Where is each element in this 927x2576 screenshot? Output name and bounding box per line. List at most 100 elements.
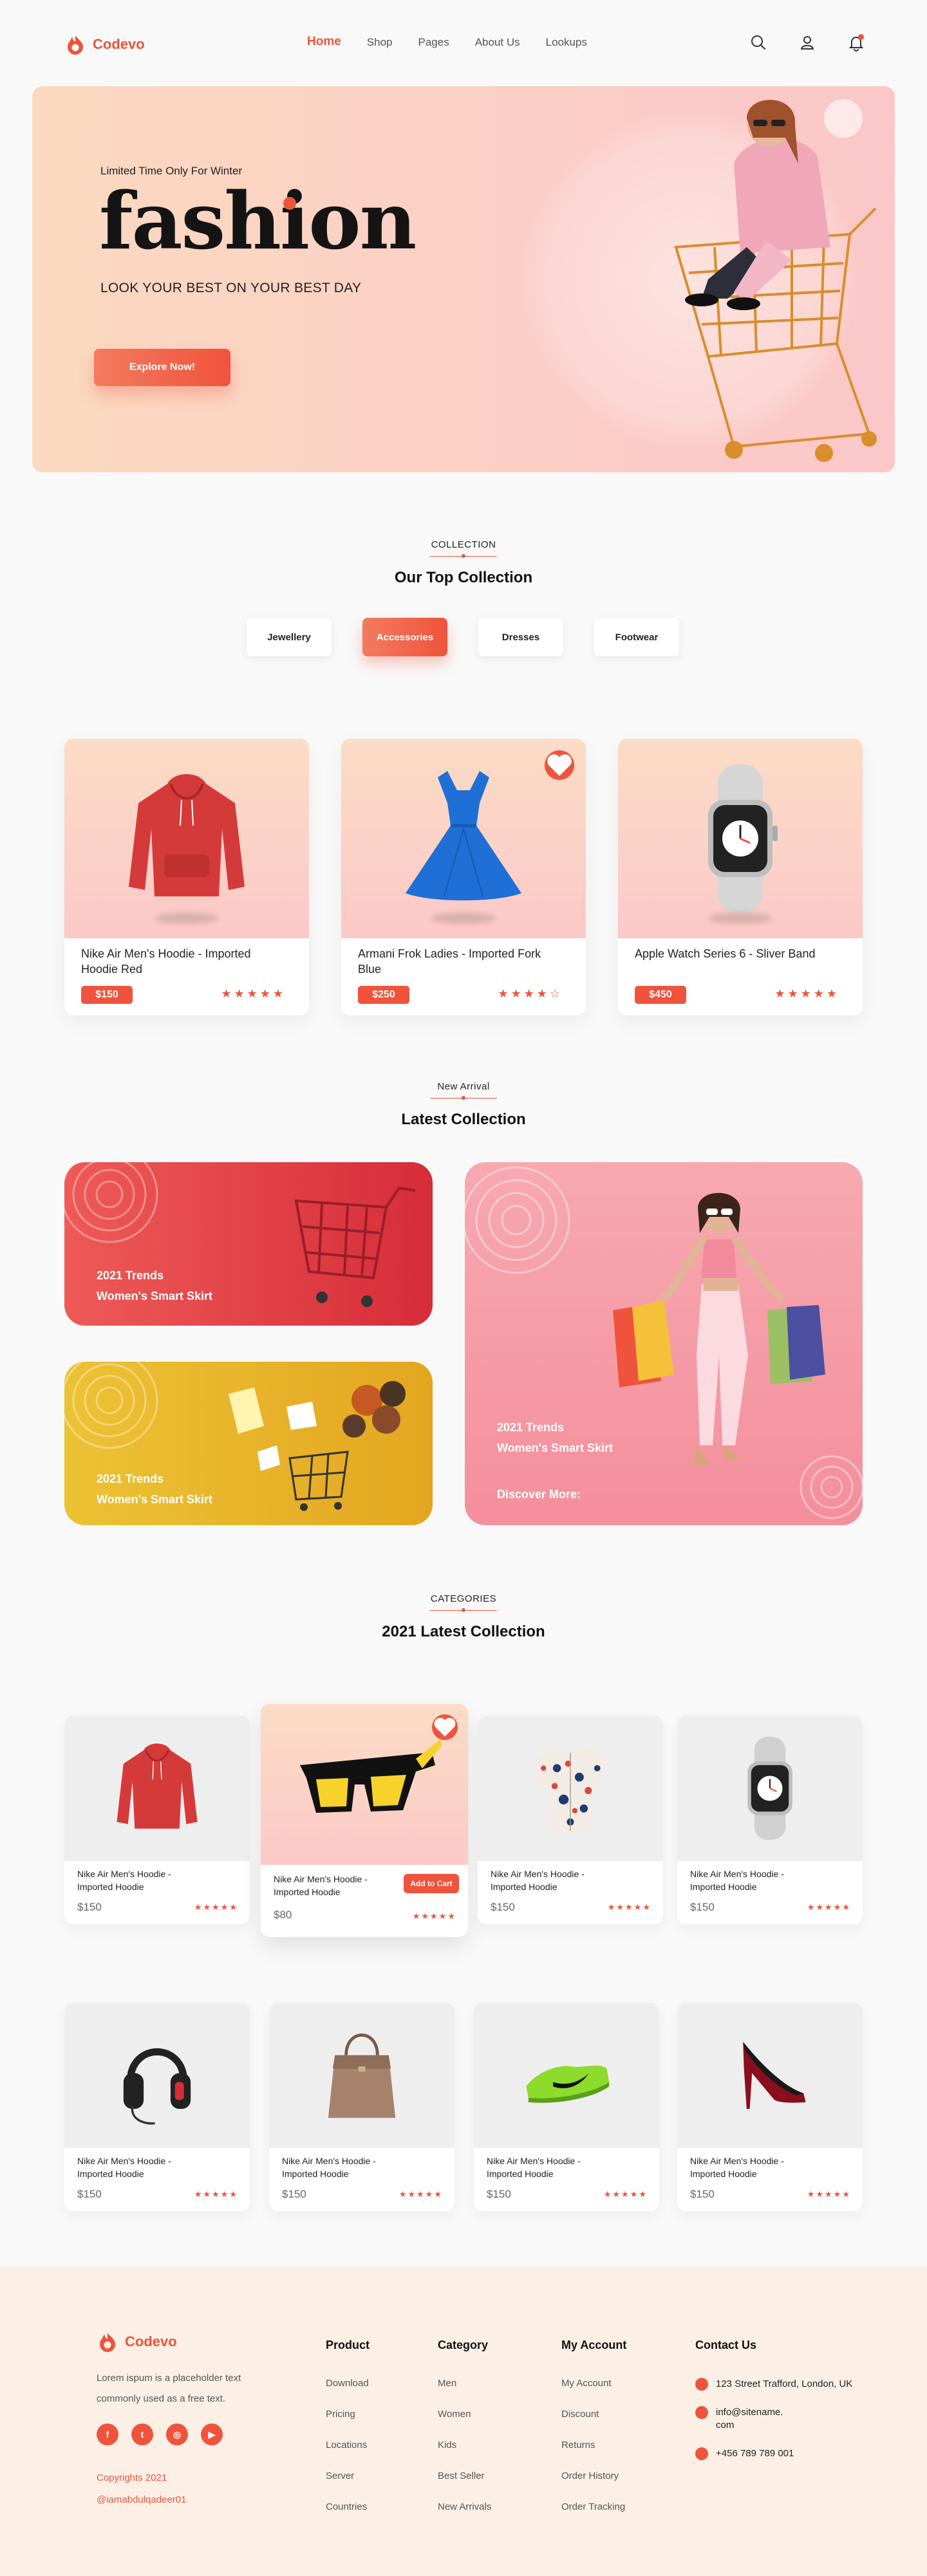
brand-name: Codevo	[93, 36, 145, 52]
footer-link[interactable]: Kids	[438, 2440, 491, 2470]
footer-brand-name: Codevo	[125, 2333, 177, 2349]
footer-logo[interactable]: Codevo	[97, 2331, 177, 2353]
favorite-button[interactable]	[432, 1714, 458, 1740]
add-to-cart-button[interactable]: Add to Cart	[404, 1874, 459, 1893]
hero-banner: Limited Time Only For Winter fashion LOO…	[32, 86, 895, 472]
category-card[interactable]: Nike Air Men's Hoodie - Imported Hoodie …	[474, 2003, 659, 2211]
collection-label: COLLECTION	[431, 539, 496, 550]
product-image	[478, 1716, 663, 1861]
search-icon[interactable]	[749, 33, 767, 51]
product-card[interactable]: Apple Watch Series 6 - Sliver Band $450 …	[618, 739, 863, 1015]
product-price: $80	[274, 1909, 292, 1921]
promo-banner-pink[interactable]: 2021 Trends Women's Smart Skirt Discover…	[465, 1162, 863, 1525]
product-shadow	[431, 913, 496, 924]
categories-label: CATEGORIES	[430, 1593, 497, 1604]
discover-more-link[interactable]: Discover More:	[497, 1484, 581, 1505]
heart-icon	[434, 1718, 456, 1737]
footer-col-category: Category Men Women Kids Best Seller New …	[438, 2339, 491, 2532]
user-icon[interactable]	[798, 33, 816, 51]
bell-icon[interactable]	[847, 33, 865, 51]
tab-jewellery[interactable]: Jewellery	[247, 618, 332, 656]
product-card[interactable]: Armani Frok Ladies - Imported Fork Blue …	[341, 739, 586, 1015]
footer-link[interactable]: Download	[326, 2378, 370, 2409]
author-handle[interactable]: @iamabdulqadeer01	[97, 2489, 187, 2511]
category-card[interactable]: Nike Air Men's Hoodie - Imported Hoodie …	[64, 2003, 250, 2211]
promo-banner-yellow[interactable]: 2021 Trends Women's Smart Skirt	[64, 1362, 433, 1525]
youtube-icon[interactable]: ▶	[201, 2423, 223, 2445]
product-card[interactable]: Nike Air Men's Hoodie - Imported Hoodie …	[64, 739, 309, 1015]
tab-footwear[interactable]: Footwear	[594, 618, 679, 656]
contact-phone[interactable]: +456 789 789 001	[695, 2447, 882, 2460]
watch-icon	[708, 764, 778, 913]
headphones-icon	[123, 2048, 191, 2125]
product-price: $150	[491, 1901, 515, 1913]
explore-now-button[interactable]: Explore Now!	[94, 349, 230, 386]
tab-dresses[interactable]: Dresses	[478, 618, 563, 656]
footer-link[interactable]: Returns	[561, 2440, 626, 2470]
product-name: Nike Air Men's Hoodie - Imported Hoodie …	[81, 947, 251, 976]
email-text: info@sitename. com	[716, 2407, 783, 2431]
nav-icons	[749, 33, 865, 51]
nav-shop[interactable]: Shop	[367, 36, 393, 49]
footer-link[interactable]: Best Seller	[438, 2470, 491, 2501]
footer-link[interactable]: Server	[326, 2470, 370, 2501]
category-card-highlighted[interactable]: Nike Air Men's Hoodie - Imported Hoodie …	[261, 1704, 468, 1937]
top-nav: Codevo Home Shop Pages About Us Lookups	[0, 0, 927, 88]
rating-stars: ★★★★★	[194, 1902, 238, 1912]
collection-tabs: Jewellery Accessories Dresses Footwear	[247, 618, 679, 656]
footer-link[interactable]: Locations	[326, 2440, 370, 2470]
phone-text: +456 789 789 001	[716, 2448, 794, 2459]
category-card[interactable]: Nike Air Men's Hoodie - Imported Hoodie …	[64, 1716, 250, 1924]
product-image	[474, 2003, 659, 2148]
footer-link[interactable]: Pricing	[326, 2409, 370, 2440]
hero-tagline: LOOK YOUR BEST ON YOUR BEST DAY	[100, 281, 362, 295]
footer-link[interactable]: Countries	[326, 2501, 370, 2532]
product-name: Nike Air Men's Hoodie - Imported Hoodie	[690, 2156, 784, 2179]
banner-line1: 2021 Trends	[497, 1421, 565, 1434]
hero-title: fashion	[99, 174, 417, 267]
footer-copyright: Copyrights 2021 @iamabdulqadeer01	[97, 2467, 187, 2511]
dress-icon	[406, 771, 521, 901]
tab-accessories[interactable]: Accessories	[362, 618, 447, 656]
facebook-icon[interactable]: f	[97, 2423, 118, 2445]
product-shadow	[708, 913, 772, 924]
footer-col-title: My Account	[561, 2339, 627, 2351]
nav-pages[interactable]: Pages	[418, 36, 449, 49]
footer-col-title: Category	[438, 2339, 489, 2351]
instagram-icon[interactable]: ◎	[166, 2423, 188, 2445]
nav-about[interactable]: About Us	[475, 36, 520, 49]
nav-home[interactable]: Home	[307, 35, 341, 49]
product-name: Nike Air Men's Hoodie - Imported Hoodie	[77, 2156, 171, 2179]
footer-link[interactable]: Discount	[561, 2409, 626, 2440]
nav-lookups[interactable]: Lookups	[546, 36, 587, 49]
contact-email[interactable]: info@sitename. com	[695, 2406, 882, 2432]
category-card[interactable]: Nike Air Men's Hoodie - Imported Hoodie …	[677, 1716, 863, 1924]
favorite-button[interactable]	[545, 750, 574, 780]
footer-link[interactable]: Women	[438, 2409, 491, 2440]
product-image	[677, 1716, 863, 1861]
product-shadow	[154, 913, 219, 924]
hoodie-icon	[129, 774, 245, 896]
footer-link[interactable]: My Account	[561, 2378, 626, 2409]
product-price: $150	[690, 2188, 715, 2200]
categories-title: 2021 Latest Collection	[382, 1623, 545, 1640]
footer-link[interactable]: Men	[438, 2378, 491, 2409]
address-text: 123 Street Trafford, London, UK	[716, 2378, 853, 2389]
twitter-icon[interactable]: t	[131, 2423, 153, 2445]
rating-stars: ★★★★★	[807, 2189, 851, 2199]
footer-col-title: Contact Us	[695, 2339, 757, 2351]
product-image	[64, 739, 309, 938]
category-card[interactable]: Nike Air Men's Hoodie - Imported Hoodie …	[269, 2003, 454, 2211]
footer-link[interactable]: Order Tracking	[561, 2501, 626, 2532]
footer-link[interactable]: New Arrivals	[438, 2501, 491, 2532]
category-card[interactable]: Nike Air Men's Hoodie - Imported Hoodie …	[478, 1716, 663, 1924]
product-image	[269, 2003, 454, 2148]
promo-banner-red[interactable]: 2021 Trends Women's Smart Skirt	[64, 1162, 433, 1326]
category-card[interactable]: Nike Air Men's Hoodie - Imported Hoodie …	[677, 2003, 863, 2211]
brand-logo[interactable]: Codevo	[64, 33, 145, 55]
rating-stars: ★★★★★	[194, 2189, 238, 2199]
rating-stars: ★★★★★	[607, 1902, 651, 1912]
product-price: $150	[690, 1901, 715, 1913]
footer-link[interactable]: Order History	[561, 2470, 626, 2501]
banner-line1: 2021 Trends	[97, 1472, 164, 1485]
